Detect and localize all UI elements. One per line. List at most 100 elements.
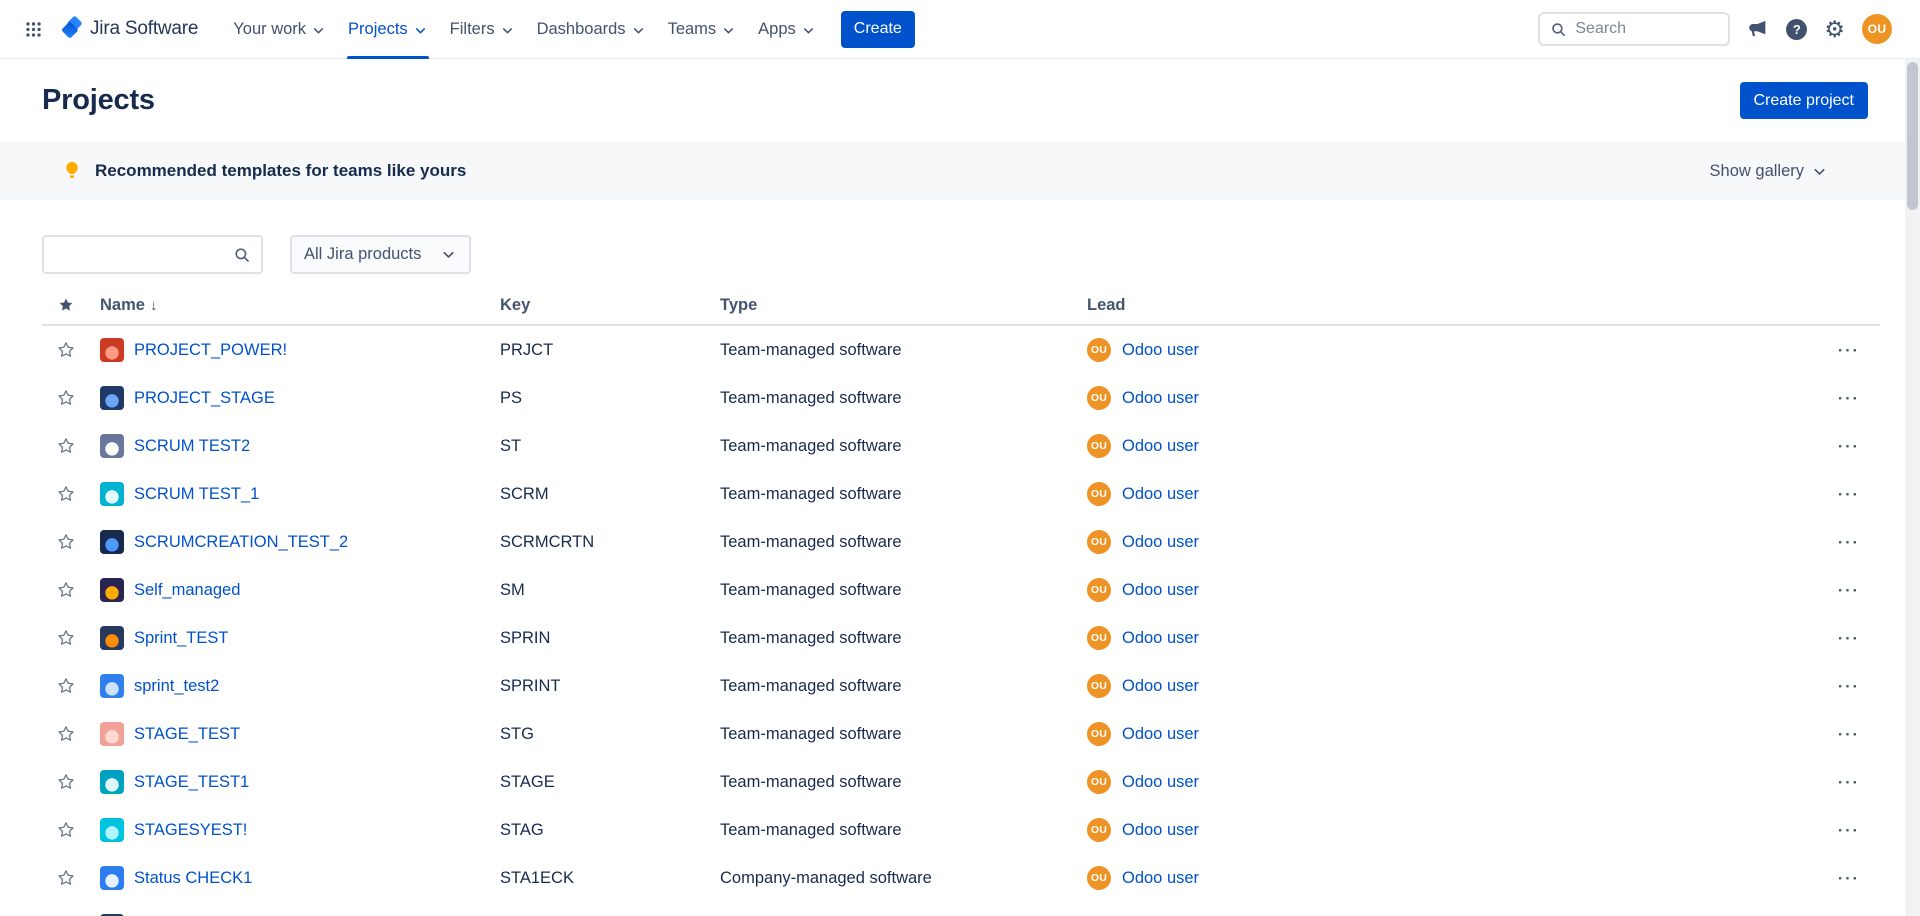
- table-header-row: Name ↓ Key Type Lead: [42, 286, 1880, 326]
- project-type: Team-managed software: [720, 773, 1087, 792]
- table-row: SCRUM TEST2 ST Team-managed software OU …: [42, 422, 1880, 470]
- nav-your-work[interactable]: Your work: [222, 0, 337, 59]
- project-key: STAG: [500, 821, 720, 840]
- user-avatar[interactable]: OU: [1862, 14, 1892, 44]
- page-title: Projects: [42, 84, 155, 117]
- more-actions-button[interactable]: ⋯: [1831, 626, 1866, 650]
- star-icon[interactable]: [56, 436, 76, 456]
- lead-avatar: OU: [1087, 434, 1111, 458]
- lead-name-link[interactable]: Odoo user: [1122, 389, 1199, 408]
- star-icon[interactable]: [56, 340, 76, 360]
- lead-name-link[interactable]: Odoo user: [1122, 725, 1199, 744]
- lead-avatar: OU: [1087, 818, 1111, 842]
- more-actions-button[interactable]: ⋯: [1831, 818, 1866, 842]
- global-search-input[interactable]: [1575, 20, 1718, 38]
- star-icon[interactable]: [56, 580, 76, 600]
- chevron-down-icon: [413, 23, 428, 38]
- lead-column-header: Lead: [1087, 296, 1816, 315]
- star-icon[interactable]: [56, 532, 76, 552]
- project-avatar: [100, 578, 124, 602]
- table-row: SCRUMCREATION_TEST_2 SCRMCRTN Team-manag…: [42, 518, 1880, 566]
- project-name-link[interactable]: Status CHECK1: [134, 869, 252, 888]
- global-search[interactable]: [1538, 12, 1730, 46]
- projects-search-input[interactable]: [54, 246, 233, 264]
- lead-name-link[interactable]: Odoo user: [1122, 869, 1199, 888]
- project-key: PRJCT: [500, 341, 720, 360]
- search-icon: [1550, 21, 1567, 38]
- nav-teams[interactable]: Teams: [657, 0, 748, 59]
- project-name-link[interactable]: STAGE_TEST: [134, 725, 240, 744]
- more-actions-button[interactable]: ⋯: [1831, 722, 1866, 746]
- nav-dashboards[interactable]: Dashboards: [526, 0, 657, 59]
- nav-projects[interactable]: Projects: [337, 0, 439, 59]
- project-avatar: [100, 866, 124, 890]
- star-icon[interactable]: [56, 868, 76, 888]
- lead-cell: OU Odoo user: [1087, 338, 1816, 362]
- product-filter-select[interactable]: All Jira products: [290, 235, 471, 274]
- banner-title: Recommended templates for teams like you…: [95, 161, 466, 181]
- project-name-link[interactable]: SCRUM TEST_1: [134, 485, 259, 504]
- name-column-header[interactable]: Name ↓: [90, 296, 500, 315]
- more-actions-button[interactable]: ⋯: [1831, 578, 1866, 602]
- star-icon[interactable]: [56, 628, 76, 648]
- star-icon[interactable]: [56, 388, 76, 408]
- project-name-link[interactable]: SCRUMCREATION_TEST_2: [134, 533, 348, 552]
- star-icon[interactable]: [56, 676, 76, 696]
- project-key: ST: [500, 437, 720, 456]
- table-row: STAGESYEST! STAG Team-managed software O…: [42, 806, 1880, 854]
- more-actions-button[interactable]: ⋯: [1831, 434, 1866, 458]
- vertical-scrollbar-thumb[interactable]: [1907, 62, 1918, 210]
- project-name-link[interactable]: SCRUM TEST2: [134, 437, 250, 456]
- lead-name-link[interactable]: Odoo user: [1122, 581, 1199, 600]
- nav-filters[interactable]: Filters: [439, 0, 526, 59]
- lead-name-link[interactable]: Odoo user: [1122, 821, 1199, 840]
- projects-search[interactable]: [42, 235, 263, 274]
- table-row: ⋯: [42, 902, 1880, 916]
- create-project-button[interactable]: Create project: [1740, 82, 1869, 119]
- lead-name-link[interactable]: Odoo user: [1122, 533, 1199, 552]
- more-actions-button[interactable]: ⋯: [1831, 482, 1866, 506]
- star-icon[interactable]: [56, 724, 76, 744]
- more-actions-button[interactable]: ⋯: [1831, 866, 1866, 890]
- settings-gear-icon[interactable]: ⚙: [1824, 18, 1845, 41]
- project-name-link[interactable]: sprint_test2: [134, 677, 219, 696]
- lead-cell: OU Odoo user: [1087, 434, 1816, 458]
- table-row: Self_managed SM Team-managed software OU…: [42, 566, 1880, 614]
- app-switcher-icon[interactable]: [20, 16, 47, 43]
- project-type: Team-managed software: [720, 821, 1087, 840]
- project-name-link[interactable]: Sprint_TEST: [134, 629, 228, 648]
- lead-name-link[interactable]: Odoo user: [1122, 773, 1199, 792]
- project-key: SM: [500, 581, 720, 600]
- project-name-link[interactable]: Self_managed: [134, 581, 240, 600]
- table-row: PROJECT_STAGE PS Team-managed software O…: [42, 374, 1880, 422]
- lead-cell: OU Odoo user: [1087, 386, 1816, 410]
- lead-name-link[interactable]: Odoo user: [1122, 437, 1199, 456]
- lead-name-link[interactable]: Odoo user: [1122, 629, 1199, 648]
- more-actions-button[interactable]: ⋯: [1831, 338, 1866, 362]
- more-actions-button[interactable]: ⋯: [1831, 530, 1866, 554]
- more-actions-button[interactable]: ⋯: [1831, 674, 1866, 698]
- help-icon[interactable]: ?: [1786, 19, 1807, 40]
- lead-avatar: OU: [1087, 530, 1111, 554]
- lead-avatar: OU: [1087, 386, 1111, 410]
- star-icon[interactable]: [56, 820, 76, 840]
- vertical-scrollbar-track: [1905, 59, 1920, 916]
- lead-name-link[interactable]: Odoo user: [1122, 485, 1199, 504]
- project-name-link[interactable]: STAGE_TEST1: [134, 773, 249, 792]
- create-button[interactable]: Create: [841, 11, 915, 48]
- star-icon[interactable]: [56, 484, 76, 504]
- announcements-icon[interactable]: [1747, 18, 1769, 40]
- nav-apps[interactable]: Apps: [747, 0, 827, 59]
- project-name-link[interactable]: PROJECT_POWER!: [134, 341, 287, 360]
- project-name-link[interactable]: PROJECT_STAGE: [134, 389, 275, 408]
- project-key: STA1ECK: [500, 869, 720, 888]
- project-name-link[interactable]: STAGESYEST!: [134, 821, 247, 840]
- jira-logo[interactable]: Jira Software: [59, 16, 198, 42]
- project-type: Team-managed software: [720, 533, 1087, 552]
- lead-name-link[interactable]: Odoo user: [1122, 677, 1199, 696]
- show-gallery-toggle[interactable]: Show gallery: [1710, 162, 1828, 181]
- lead-name-link[interactable]: Odoo user: [1122, 341, 1199, 360]
- more-actions-button[interactable]: ⋯: [1831, 770, 1866, 794]
- more-actions-button[interactable]: ⋯: [1831, 386, 1866, 410]
- star-icon[interactable]: [56, 772, 76, 792]
